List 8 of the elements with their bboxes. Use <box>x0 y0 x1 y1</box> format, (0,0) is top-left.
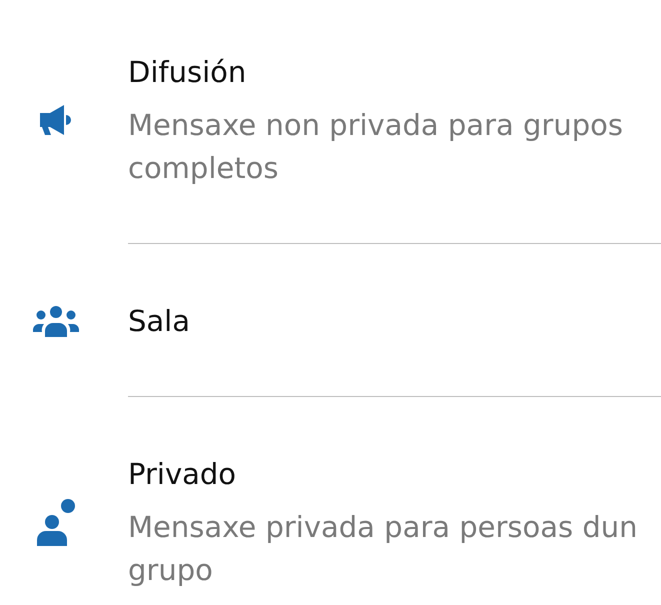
megaphone-icon <box>38 104 74 136</box>
option-title: Sala <box>128 303 192 340</box>
option-description: Mensaxe non privada para grupos completos <box>128 107 624 187</box>
person-add-icon <box>35 498 77 546</box>
option-title: Difusión <box>128 54 248 91</box>
group-icon <box>32 305 80 337</box>
option-title: Privado <box>128 456 238 493</box>
option-description: Mensaxe privada para persoas dun grupo <box>128 509 639 589</box>
